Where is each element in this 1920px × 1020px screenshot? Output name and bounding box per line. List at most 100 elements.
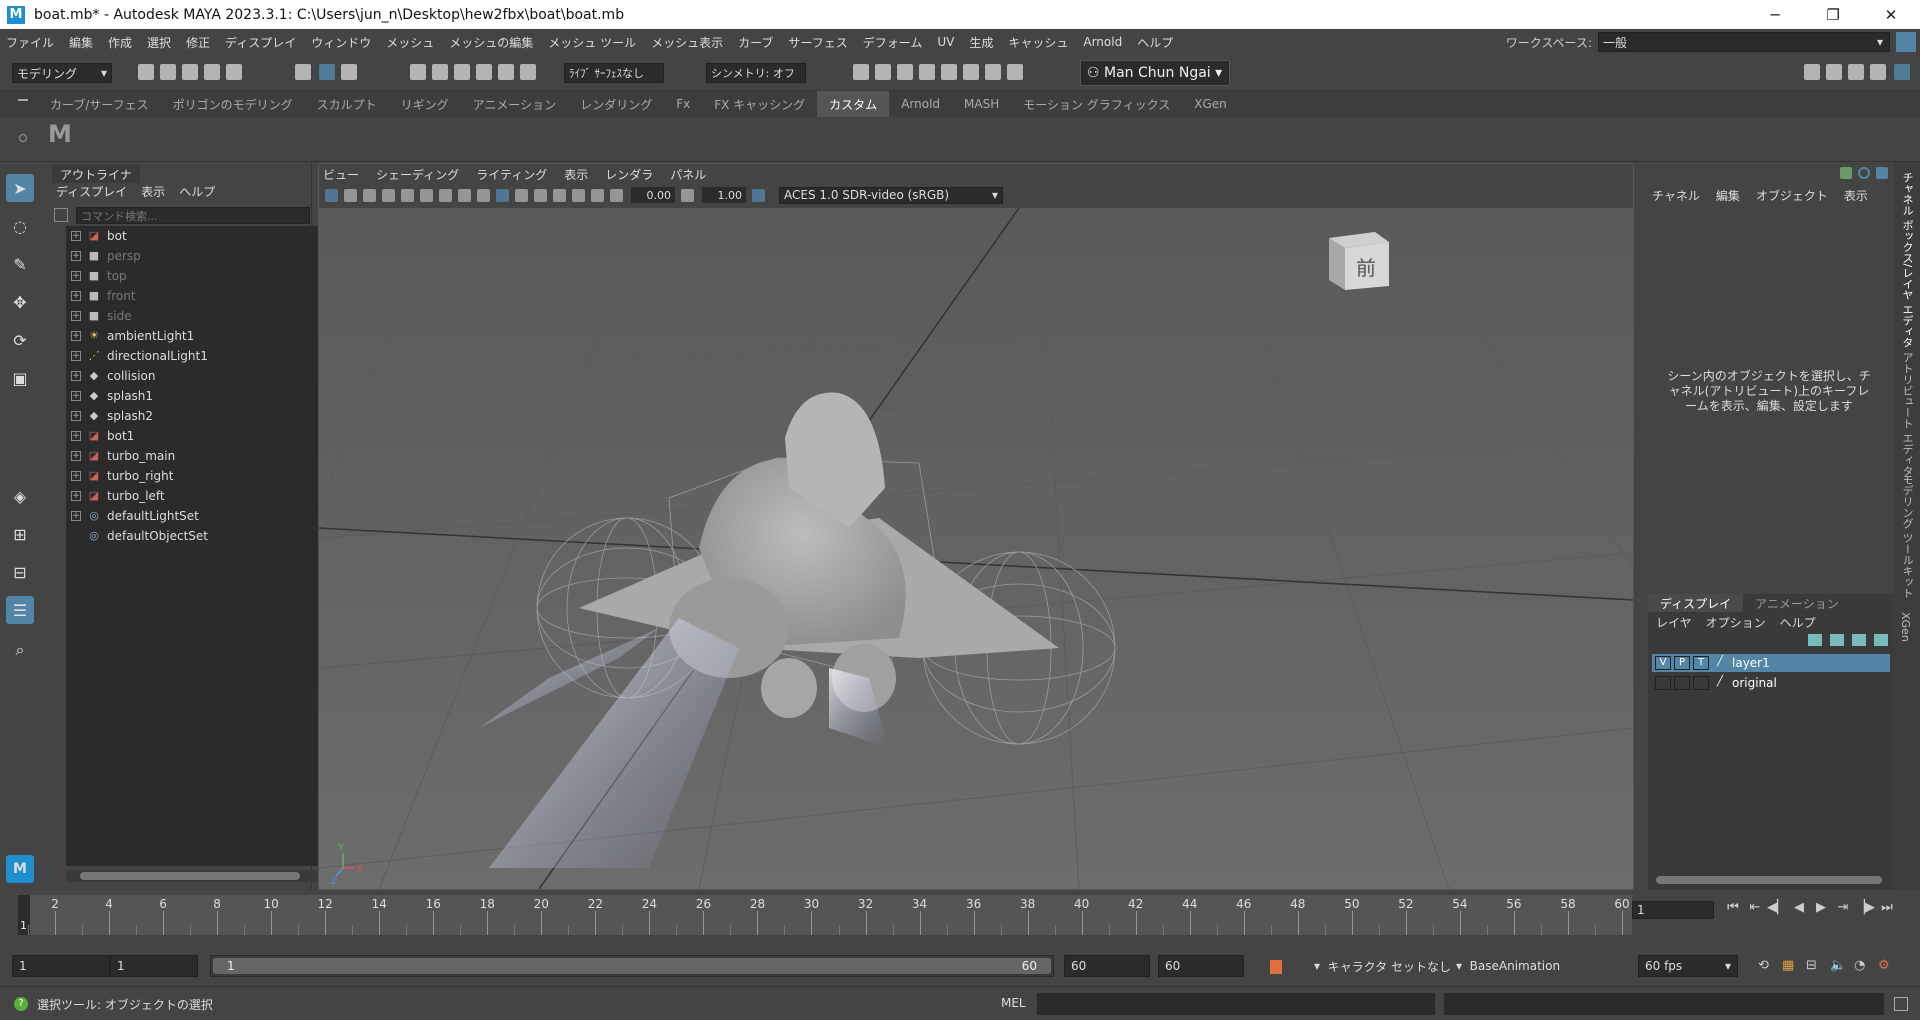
render-current-icon[interactable]: [875, 64, 891, 80]
close-button[interactable]: ✕: [1862, 0, 1920, 29]
play-forward-icon[interactable]: ▶: [1810, 900, 1832, 915]
cb-menu-show[interactable]: 表示: [1844, 187, 1868, 204]
menu-cache[interactable]: キャッシュ: [1008, 34, 1068, 51]
bookmark-icon[interactable]: [363, 188, 376, 202]
menu-mesh-display[interactable]: メッシュ表示: [651, 34, 723, 51]
anim-prefs-icon[interactable]: ⚙: [1878, 958, 1892, 973]
viewport-menu-show[interactable]: 表示: [564, 166, 588, 183]
layer-visibility-toggle[interactable]: V: [1655, 656, 1671, 670]
render-view-icon[interactable]: [853, 64, 869, 80]
cb-menu-object[interactable]: オブジェクト: [1756, 187, 1828, 204]
expand-icon[interactable]: +: [71, 271, 81, 281]
modeling-toolkit-icon[interactable]: [1804, 64, 1820, 80]
loop-icon[interactable]: ⟲: [1758, 958, 1772, 973]
timeline-bar[interactable]: 1 2 4 6 8 10 12 14 16 18 20 22 24 26 28 30 32 34 36 38 40 42…: [18, 895, 1632, 935]
outliner-menu-show[interactable]: 表示: [141, 183, 165, 200]
viewport-menu-shading[interactable]: シェーディング: [376, 166, 459, 183]
expand-icon[interactable]: +: [71, 471, 81, 481]
playback-end-field[interactable]: 60: [1064, 955, 1150, 977]
outliner-item[interactable]: + ◪ bot: [66, 226, 127, 246]
menu-arnold[interactable]: Arnold: [1083, 35, 1122, 49]
viewport-menu-panels[interactable]: パネル: [670, 166, 706, 183]
menu-modify[interactable]: 修正: [186, 34, 210, 51]
safe-action-icon[interactable]: [458, 188, 471, 202]
two-view-layout-icon[interactable]: ⊟: [6, 558, 34, 586]
shelf-tab-rigging[interactable]: リギング: [389, 91, 461, 117]
channel-box-tool-icon[interactable]: [1840, 167, 1852, 179]
new-layer-selected-icon[interactable]: [1874, 634, 1888, 646]
outliner-item[interactable]: + ◪ bot1: [66, 426, 134, 446]
outliner-item[interactable]: + ■ front: [66, 286, 136, 306]
pause-icon[interactable]: [1007, 64, 1023, 80]
play-backward-icon[interactable]: ◀: [1788, 900, 1810, 915]
expand-icon[interactable]: +: [71, 371, 81, 381]
shelf-tab-sculpt[interactable]: スカルプト: [305, 91, 389, 117]
expand-icon[interactable]: +: [71, 251, 81, 261]
select-hierarchy-icon[interactable]: [295, 64, 311, 80]
help-icon[interactable]: ?: [14, 997, 28, 1011]
cb-menu-edit[interactable]: 編集: [1716, 187, 1740, 204]
shelf-tab-xgen[interactable]: XGen: [1182, 91, 1239, 117]
step-forward-key-icon[interactable]: ⇥: [1832, 900, 1854, 915]
shelf-tab-fx-caching[interactable]: FX キャッシング: [702, 91, 817, 117]
paint-select-icon[interactable]: ✎: [6, 250, 34, 278]
script-language-toggle[interactable]: MEL: [1001, 996, 1026, 1010]
mel-script-shelf-icon[interactable]: M: [48, 120, 72, 148]
outliner-item[interactable]: + ◆ collision: [66, 366, 155, 386]
outliner-item[interactable]: + ⋰ directionalLight1: [66, 346, 208, 366]
search-icon[interactable]: ⌕: [6, 636, 34, 664]
scene-start-field[interactable]: 1: [12, 955, 110, 977]
viewport-menu-renderer[interactable]: レンダラ: [605, 166, 653, 183]
menu-mesh[interactable]: メッシュ: [386, 34, 434, 51]
shelf-settings-icon[interactable]: [19, 134, 27, 142]
single-view-layout-icon[interactable]: ◈: [6, 482, 34, 510]
channel-box-pin-icon[interactable]: [1876, 167, 1888, 179]
expand-icon[interactable]: +: [71, 231, 81, 241]
menu-edit[interactable]: 編集: [69, 34, 93, 51]
auto-key-icon[interactable]: [1270, 960, 1282, 974]
outliner-item[interactable]: + ■ top: [66, 266, 127, 286]
arnold-render-icon[interactable]: [963, 64, 979, 80]
outliner-item[interactable]: + ◪ turbo_main: [66, 446, 175, 466]
viewport-menu-lighting[interactable]: ライティング: [476, 166, 547, 183]
wireframe-icon[interactable]: [477, 188, 490, 202]
expand-icon[interactable]: +: [71, 491, 81, 501]
save-scene-icon[interactable]: [182, 64, 198, 80]
outliner-hscroll[interactable]: [66, 870, 336, 882]
step-back-frame-icon[interactable]: ◀▏: [1766, 900, 1788, 915]
shelf-tab-custom[interactable]: カスタム: [817, 91, 890, 117]
layer-row-layer1[interactable]: V P T ╱ layer1: [1652, 654, 1890, 672]
outliner-item[interactable]: + ■ persp: [66, 246, 141, 266]
key-options-icon[interactable]: ⊟: [1806, 958, 1820, 973]
menu-edit-mesh[interactable]: メッシュの編集: [449, 34, 533, 51]
outliner-layout-icon[interactable]: ☰: [6, 596, 34, 624]
outliner-tab[interactable]: アウトライナ: [52, 165, 140, 183]
layer-menu-layers[interactable]: レイヤ: [1656, 614, 1692, 631]
menu-generate[interactable]: 生成: [969, 34, 993, 51]
grid-icon[interactable]: [439, 188, 452, 202]
select-camera-icon[interactable]: [325, 188, 338, 202]
color-management-icon[interactable]: [752, 188, 765, 202]
resolution-gate-icon[interactable]: [420, 188, 433, 202]
layer-type-toggle[interactable]: [1693, 676, 1709, 690]
time-prefs-icon[interactable]: ◔: [1854, 958, 1868, 973]
outliner-item[interactable]: + ◆ splash1: [66, 386, 153, 406]
outliner-menu-help[interactable]: ヘルプ: [179, 183, 215, 200]
side-tab-attribute-editor[interactable]: アトリビュート エディタ: [1899, 352, 1915, 477]
layer-tab-display[interactable]: ディスプレイ: [1648, 594, 1744, 612]
shadows-icon[interactable]: [553, 188, 566, 202]
menu-help[interactable]: ヘルプ: [1137, 34, 1173, 51]
go-to-start-icon[interactable]: ⏮: [1722, 900, 1744, 915]
snap-point-icon[interactable]: [454, 64, 470, 80]
gamma-field[interactable]: 1.00: [702, 187, 746, 203]
lasso-tool-icon[interactable]: ◌: [6, 212, 34, 240]
expand-icon[interactable]: +: [71, 511, 81, 521]
menu-surfaces[interactable]: サーフェス: [788, 34, 847, 51]
menu-set-dropdown[interactable]: モデリング ▾: [12, 63, 112, 83]
layer-menu-help[interactable]: ヘルプ: [1780, 614, 1816, 631]
ipr-render-icon[interactable]: [897, 64, 913, 80]
shelf-tab-motion-graphics[interactable]: モーション グラフィックス: [1011, 91, 1182, 117]
layer-editor-icon[interactable]: [1894, 64, 1910, 80]
range-slider-thumb[interactable]: 1 60: [213, 958, 1051, 974]
menu-windows[interactable]: ウィンドウ: [311, 34, 371, 51]
